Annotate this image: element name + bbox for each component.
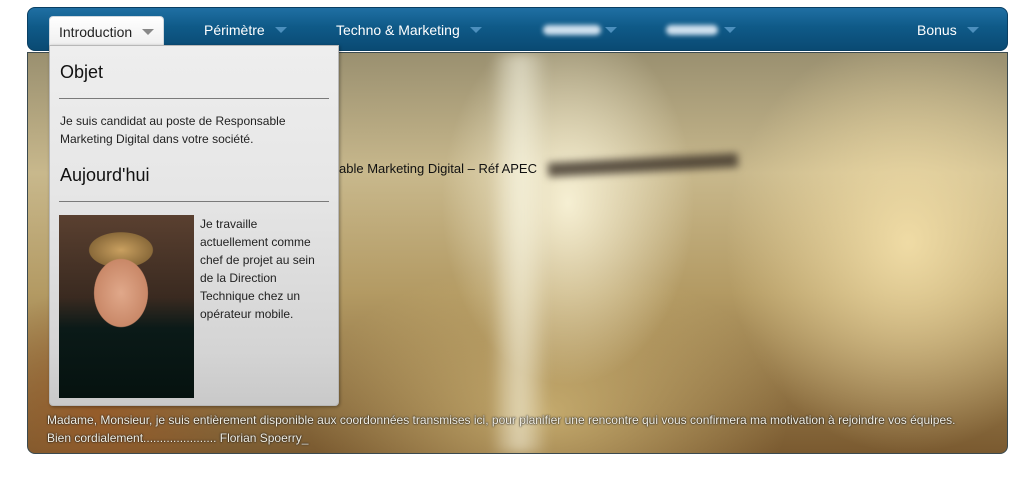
nav-item-label: Techno & Marketing bbox=[336, 22, 460, 38]
glass-stem-decoration bbox=[495, 53, 545, 453]
section-title-objet: Objet bbox=[60, 62, 104, 82]
divider bbox=[59, 201, 329, 202]
nav-item-introduction[interactable]: Introduction bbox=[49, 16, 165, 47]
nav-item-label-redacted bbox=[666, 25, 718, 35]
divider bbox=[59, 98, 329, 99]
introduction-dropdown: Objet Je suis candidat au poste de Respo… bbox=[49, 45, 339, 406]
chevron-down-icon bbox=[724, 27, 736, 33]
section-text-aujourdhui: Je travaille actuellement comme chef de … bbox=[200, 217, 315, 321]
chevron-down-icon bbox=[605, 27, 617, 33]
nav-item-label: Bonus bbox=[917, 22, 957, 38]
nav-item-techno-marketing[interactable]: Techno & Marketing bbox=[336, 8, 482, 52]
nav-item-label: Périmètre bbox=[204, 22, 265, 38]
nav-item-redacted-1[interactable] bbox=[543, 8, 617, 52]
closing-message: Madame, Monsieur, je suis entièrement di… bbox=[47, 411, 995, 447]
chevron-down-icon bbox=[274, 27, 287, 33]
nav-item-label: Introduction bbox=[59, 24, 133, 40]
chevron-down-icon bbox=[966, 27, 979, 33]
section-title-aujourdhui: Aujourd'hui bbox=[60, 165, 150, 185]
page-headline: able Marketing Digital – Réf APEC bbox=[339, 161, 537, 176]
chevron-down-icon bbox=[142, 29, 155, 35]
nav-item-label-redacted bbox=[543, 25, 601, 35]
nav-item-redacted-2[interactable] bbox=[666, 8, 736, 52]
nav-item-bonus[interactable]: Bonus bbox=[917, 8, 979, 52]
profile-photo bbox=[59, 215, 194, 398]
closing-message-line-1: Madame, Monsieur, je suis entièrement di… bbox=[47, 413, 956, 427]
signature-line: Bien cordialement...................... … bbox=[47, 431, 309, 445]
chevron-down-icon bbox=[469, 27, 482, 33]
dark-streak-decoration bbox=[547, 153, 739, 177]
section-text-objet: Je suis candidat au poste de Responsable… bbox=[60, 114, 286, 146]
